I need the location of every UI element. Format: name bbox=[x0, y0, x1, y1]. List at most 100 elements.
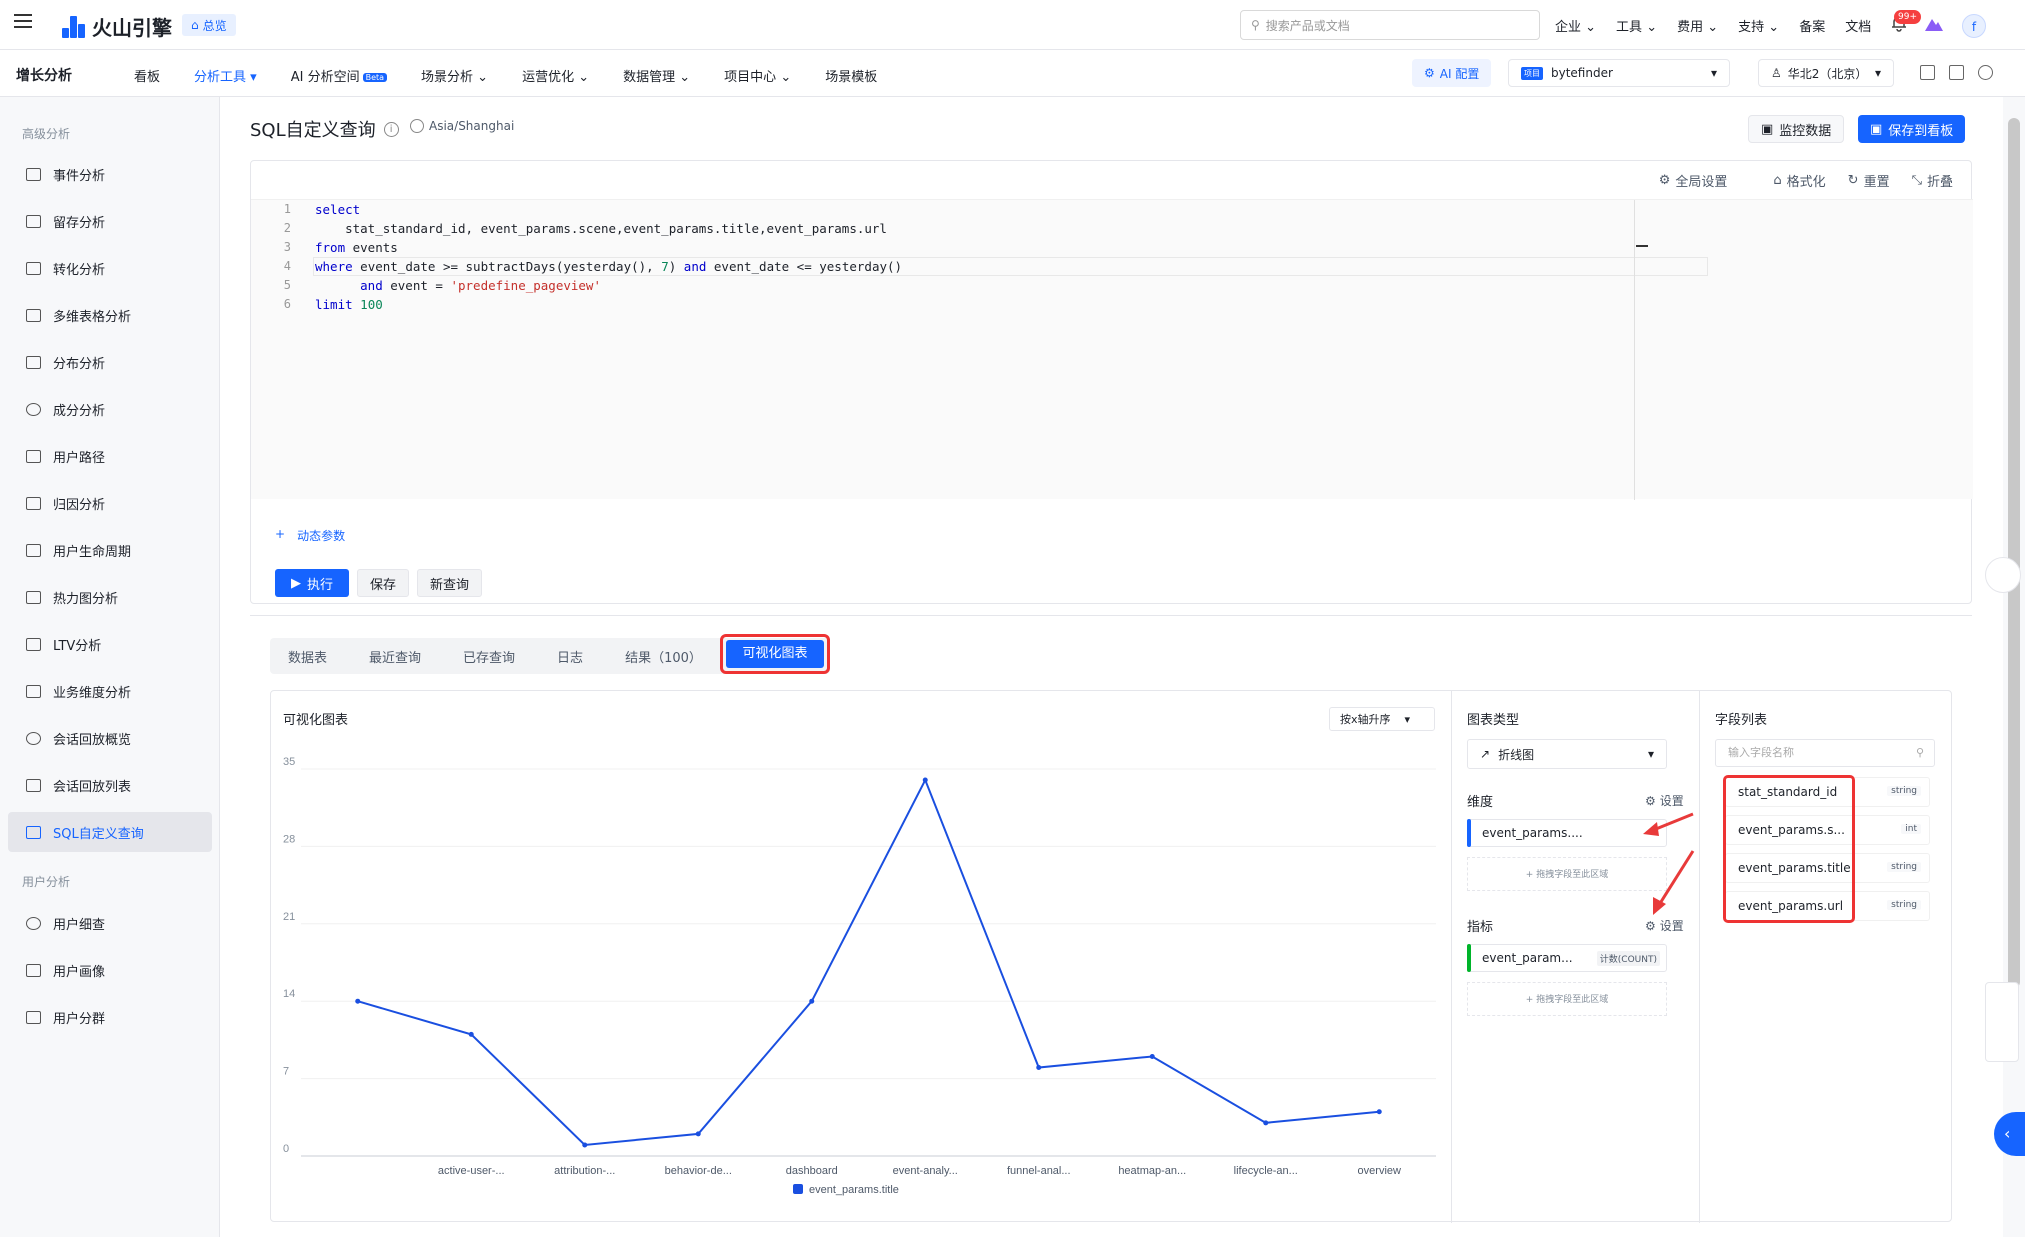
sidebar-item-event[interactable]: 事件分析 bbox=[8, 154, 212, 194]
menu-scenario[interactable]: 场景分析 ⌄ bbox=[421, 66, 488, 85]
sidebar-group-user: 用户分析 bbox=[22, 875, 71, 889]
tab-log[interactable]: 日志 bbox=[557, 647, 583, 666]
menu-operations[interactable]: 运营优化 ⌄ bbox=[522, 66, 589, 85]
sidebar-item-heatmap[interactable]: 热力图分析 bbox=[8, 577, 212, 617]
save-to-dashboard-button[interactable]: ▣ 保存到看板 bbox=[1858, 115, 1966, 143]
timezone[interactable]: Asia/Shanghai bbox=[410, 119, 514, 133]
help-icon[interactable] bbox=[1978, 65, 1993, 80]
chart-type-select[interactable]: ↗ 折线图 ▾ bbox=[1467, 739, 1667, 769]
sidebar-item-conversion[interactable]: 转化分析 bbox=[8, 248, 212, 288]
home-chip[interactable]: ⌂ 总览 bbox=[182, 14, 236, 36]
ai-assistant-icon[interactable] bbox=[1985, 557, 2021, 593]
sidebar-item-user-path[interactable]: 用户路径 bbox=[8, 436, 212, 476]
chevron-down-icon: ▾ bbox=[1874, 66, 1881, 80]
tab-data-table[interactable]: 数据表 bbox=[288, 647, 327, 666]
sidebar-item-session-overview[interactable]: 会话回放概览 bbox=[8, 718, 212, 758]
project-tag: 项目 bbox=[1521, 66, 1543, 80]
menu-icon[interactable] bbox=[14, 14, 32, 28]
run-actions: ▶ 执行 保存 新查询 bbox=[275, 569, 483, 597]
new-query-button[interactable]: 新查询 bbox=[417, 569, 483, 597]
chevron-down-icon: ▾ bbox=[1647, 747, 1654, 761]
menu-analysis-tools[interactable]: 分析工具 ▾ bbox=[194, 66, 257, 85]
y-tick-label: 14 bbox=[283, 988, 295, 1000]
chart-type-label: 图表类型 bbox=[1467, 713, 1520, 728]
field-search-input[interactable]: 输入字段名称 ⚲ bbox=[1715, 739, 1935, 767]
floating-tools[interactable] bbox=[1985, 982, 2019, 1062]
volcano-logo-icon bbox=[62, 15, 86, 38]
sidebar-item-pivot-table[interactable]: 多维表格分析 bbox=[8, 295, 212, 335]
avatar[interactable]: f bbox=[1962, 14, 1986, 38]
mail-icon[interactable] bbox=[1949, 65, 1964, 80]
tab-recent-queries[interactable]: 最近查询 bbox=[369, 647, 421, 666]
sidebar-item-attribution[interactable]: 归因分析 bbox=[8, 483, 212, 523]
collapse-icon: ⤡ bbox=[1911, 173, 1922, 188]
dynamic-params-button[interactable]: + 动态参数 bbox=[275, 527, 345, 544]
dimension-field-chip[interactable]: event_params.... bbox=[1467, 819, 1667, 847]
scrollbar-thumb[interactable] bbox=[2008, 118, 2020, 988]
sidebar-item-user-profile[interactable]: 用户画像 bbox=[8, 950, 212, 990]
menu-data-mgmt[interactable]: 数据管理 ⌄ bbox=[623, 66, 690, 85]
project-select[interactable]: 项目 bytefinder ▾ bbox=[1508, 59, 1730, 87]
save-query-button[interactable]: 保存 bbox=[357, 569, 410, 597]
search-placeholder: 搜索产品或文档 bbox=[1265, 18, 1350, 33]
code-editor[interactable]: 123456 select stat_standard_id, event_pa… bbox=[251, 199, 1973, 500]
code-line-4: where event_date >= subtractDays(yesterd… bbox=[315, 259, 903, 274]
sidebar-item-distribution[interactable]: 分布分析 bbox=[8, 342, 212, 382]
sidebar-item-composition[interactable]: 成分分析 bbox=[8, 389, 212, 429]
monitor-data-button[interactable]: ▣ 监控数据 bbox=[1748, 115, 1845, 143]
format-button[interactable]: ⌂ 格式化 bbox=[1773, 171, 1825, 190]
sidebar-item-user-segment[interactable]: 用户分群 bbox=[8, 997, 212, 1037]
sidebar-item-retention[interactable]: 留存分析 bbox=[8, 201, 212, 241]
x-tick-label: overview bbox=[1358, 1165, 1401, 1177]
ai-config-button[interactable]: ⚙ AI 配置 bbox=[1412, 59, 1492, 87]
mobile-icon[interactable] bbox=[1920, 65, 1935, 80]
chart-title: 可视化图表 bbox=[283, 713, 349, 728]
sidebar-item-business-dimension[interactable]: 业务维度分析 bbox=[8, 671, 212, 711]
region-select[interactable]: ♙ 华北2（北京） ▾ bbox=[1758, 59, 1894, 87]
collapse-button[interactable]: ⤡ 折叠 bbox=[1912, 171, 1953, 190]
brand-logo[interactable]: 火山引擎 bbox=[62, 12, 172, 41]
collapse-panel-button[interactable]: ‹ bbox=[1994, 1112, 2025, 1156]
menu-templates[interactable]: 场景模板 bbox=[825, 66, 877, 85]
save-icon: ▣ bbox=[1870, 121, 1883, 137]
mountain-icon[interactable] bbox=[1924, 16, 1944, 32]
sidebar-item-ltv[interactable]: LTV分析 bbox=[8, 624, 212, 664]
sidebar-item-lifecycle[interactable]: 用户生命周期 bbox=[8, 530, 212, 570]
x-tick-label: event-analy... bbox=[893, 1165, 958, 1177]
profile-icon bbox=[26, 963, 41, 977]
nav-tools[interactable]: 工具 ⌄ bbox=[1616, 16, 1657, 35]
nav-billing[interactable]: 费用 ⌄ bbox=[1677, 16, 1718, 35]
page-title: SQL自定义查询 i bbox=[250, 116, 399, 142]
menu-dashboard[interactable]: 看板 bbox=[134, 66, 160, 85]
reset-button[interactable]: ↻ 重置 bbox=[1848, 171, 1890, 190]
gear-icon: ⚙ bbox=[1645, 793, 1656, 808]
dimension-settings[interactable]: ⚙ 设置 bbox=[1645, 792, 1684, 809]
nav-docs[interactable]: 文档 bbox=[1845, 16, 1871, 35]
tab-visualization[interactable]: 可视化图表 bbox=[720, 634, 830, 674]
y-tick-label: 7 bbox=[283, 1066, 289, 1078]
sidebar-item-sql-query[interactable]: SQL自定义查询 bbox=[8, 812, 212, 852]
global-settings-button[interactable]: ⚙ 全局设置 bbox=[1659, 171, 1728, 190]
visualization-card: 可视化图表 按x轴升序 ▾ 0 7 14 21 28 35 active-user-... at… bbox=[270, 690, 1952, 1223]
path-icon bbox=[26, 449, 41, 463]
run-button[interactable]: ▶ 执行 bbox=[275, 569, 350, 597]
nav-filing[interactable]: 备案 bbox=[1799, 16, 1825, 35]
dimension-icon bbox=[26, 684, 41, 698]
global-search[interactable]: ⚲ 搜索产品或文档 bbox=[1240, 10, 1540, 40]
tab-saved-queries[interactable]: 已存查询 bbox=[463, 647, 515, 666]
nav-support[interactable]: 支持 ⌄ bbox=[1738, 16, 1779, 35]
sidebar-item-user-detail[interactable]: 用户细查 bbox=[8, 903, 212, 943]
metric-field-chip[interactable]: event_param... 计数(COUNT) bbox=[1467, 944, 1667, 972]
dimension-drop-zone[interactable]: + 拖拽字段至此区域 bbox=[1467, 857, 1667, 891]
home-chip-label: 总览 bbox=[202, 18, 227, 33]
data-point bbox=[582, 1142, 588, 1148]
tab-results[interactable]: 结果（100） bbox=[625, 647, 702, 666]
sidebar-item-session-list[interactable]: 会话回放列表 bbox=[8, 765, 212, 805]
metric-drop-zone[interactable]: + 拖拽字段至此区域 bbox=[1467, 982, 1667, 1016]
sort-select[interactable]: 按x轴升序 ▾ bbox=[1329, 707, 1435, 731]
info-icon[interactable]: i bbox=[383, 121, 399, 137]
menu-project-center[interactable]: 项目中心 ⌄ bbox=[724, 66, 791, 85]
nav-enterprise[interactable]: 企业 ⌄ bbox=[1555, 16, 1596, 35]
menu-ai-space[interactable]: AI 分析空间 Beta bbox=[291, 66, 388, 85]
grid-icon bbox=[26, 308, 41, 322]
